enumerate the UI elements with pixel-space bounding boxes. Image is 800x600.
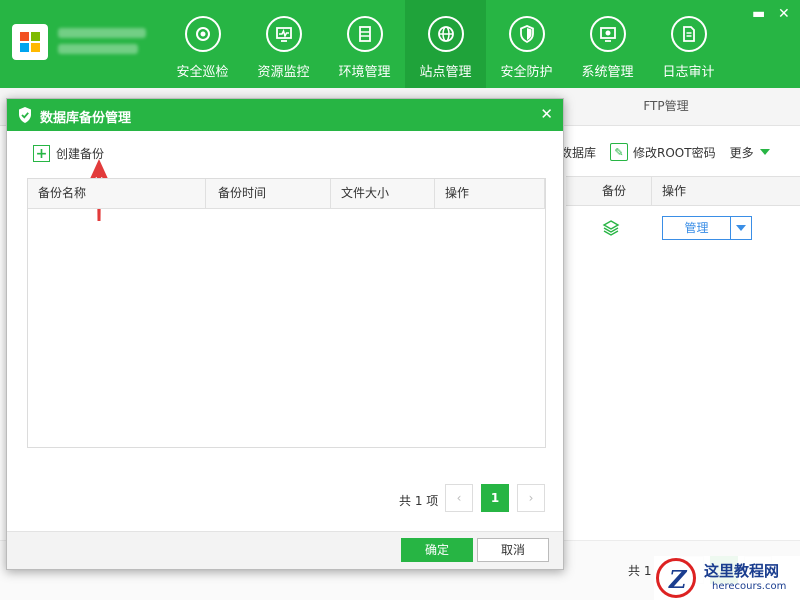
confirm-button[interactable]: 确定: [401, 538, 473, 562]
dialog-footer: 确定 取消: [7, 531, 563, 569]
nav-log-audit[interactable]: 日志审计: [648, 0, 729, 88]
nav-label: 日志审计: [662, 65, 715, 80]
modify-root-label: 修改ROOT密码: [633, 145, 716, 160]
gear-screen-icon: [589, 16, 626, 52]
pager-total: 共 1 项: [399, 494, 439, 508]
db-table-header: 备份 操作: [566, 176, 800, 206]
nav-label: 站点管理: [419, 65, 472, 80]
manage-split-button: 管理: [662, 216, 752, 240]
backup-table: 备份名称 备份时间 文件大小 操作: [27, 178, 546, 448]
toolbar-db-partial[interactable]: 数据库: [560, 144, 596, 161]
column-divider: [205, 179, 206, 208]
nav-environment[interactable]: 环境管理: [324, 0, 405, 88]
watermark-title: 这里教程网: [704, 562, 780, 580]
manage-button[interactable]: 管理: [663, 217, 731, 239]
app-header: 安全巡检 资源监控 环境管理 站点管理 安全防护 系统管理 日志审计 ▬ ✕: [0, 0, 800, 88]
pencil-icon: ✎: [610, 143, 629, 161]
globe-icon: [427, 16, 464, 52]
site-watermark: Z 这里教程网 herecours.com: [654, 556, 800, 600]
col-file-size: 文件大小: [341, 186, 390, 200]
cancel-button[interactable]: 取消: [477, 538, 549, 562]
col-backup-time: 备份时间: [218, 186, 267, 200]
tab-ftp-management[interactable]: FTP管理: [566, 88, 766, 125]
monitor-pulse-icon: [265, 16, 302, 52]
shield-check-icon: [19, 107, 31, 123]
chevron-down-icon: [759, 149, 770, 155]
db-toolbar: 数据库 ✎ 修改ROOT密码 更多: [560, 140, 784, 164]
dialog-titlebar: 数据库备份管理 ✕: [7, 99, 563, 131]
shield-icon: [508, 16, 545, 52]
chevron-down-icon: [736, 225, 746, 231]
minimize-button[interactable]: ▬: [752, 6, 765, 22]
manage-dropdown-toggle[interactable]: [731, 217, 751, 239]
layers-icon[interactable]: [602, 219, 620, 237]
windows-logo-icon: [20, 32, 40, 52]
db-table-row: 管理: [566, 207, 800, 247]
nav-label: 环境管理: [338, 65, 391, 80]
dialog-close-button[interactable]: ✕: [540, 105, 553, 123]
nav-label: 安全巡检: [176, 65, 229, 80]
nav-resource-monitor[interactable]: 资源监控: [243, 0, 324, 88]
more-label: 更多: [729, 145, 754, 160]
nav-system-management[interactable]: 系统管理: [567, 0, 648, 88]
plus-icon: +: [33, 145, 50, 162]
pager-prev-button[interactable]: ‹: [445, 484, 473, 512]
main-nav: 安全巡检 资源监控 环境管理 站点管理 安全防护 系统管理 日志审计: [162, 0, 729, 88]
pager-current-page[interactable]: 1: [481, 484, 509, 512]
col-backup: 备份: [602, 184, 627, 198]
windows-logo: [12, 24, 48, 60]
nav-label: 系统管理: [581, 65, 634, 80]
nav-security-protection[interactable]: 安全防护: [486, 0, 567, 88]
server-icon: [346, 16, 383, 52]
refresh-shield-icon: [184, 16, 221, 52]
nav-label: 资源监控: [257, 65, 310, 80]
watermark-url: herecours.com: [712, 581, 787, 592]
backup-manager-dialog: 数据库备份管理 ✕ + 创建备份 备份名称 备份时间 文件大小 操作 共 1 项…: [6, 98, 564, 570]
nav-security-inspection[interactable]: 安全巡检: [162, 0, 243, 88]
background-pager-total: 共 1: [628, 564, 652, 578]
window-close-button[interactable]: ✕: [778, 6, 790, 22]
pager-next-button[interactable]: ›: [517, 484, 545, 512]
col-backup-name: 备份名称: [38, 186, 87, 200]
col-operation: 操作: [662, 184, 687, 198]
nav-site-management[interactable]: 站点管理: [405, 0, 486, 88]
column-divider: [544, 179, 545, 208]
document-icon: [670, 16, 707, 52]
modify-root-password-button[interactable]: ✎ 修改ROOT密码: [610, 143, 716, 161]
backup-table-header: 备份名称 备份时间 文件大小 操作: [28, 179, 545, 209]
dialog-title: 数据库备份管理: [40, 111, 132, 126]
more-dropdown[interactable]: 更多: [730, 144, 770, 161]
col-operation: 操作: [445, 186, 470, 200]
server-info-blurred: [58, 28, 153, 60]
column-divider: [651, 177, 652, 205]
nav-label: 安全防护: [500, 65, 553, 80]
watermark-logo: Z: [656, 558, 696, 598]
dialog-pager: 共 1 项 ‹ 1 ›: [7, 484, 565, 514]
